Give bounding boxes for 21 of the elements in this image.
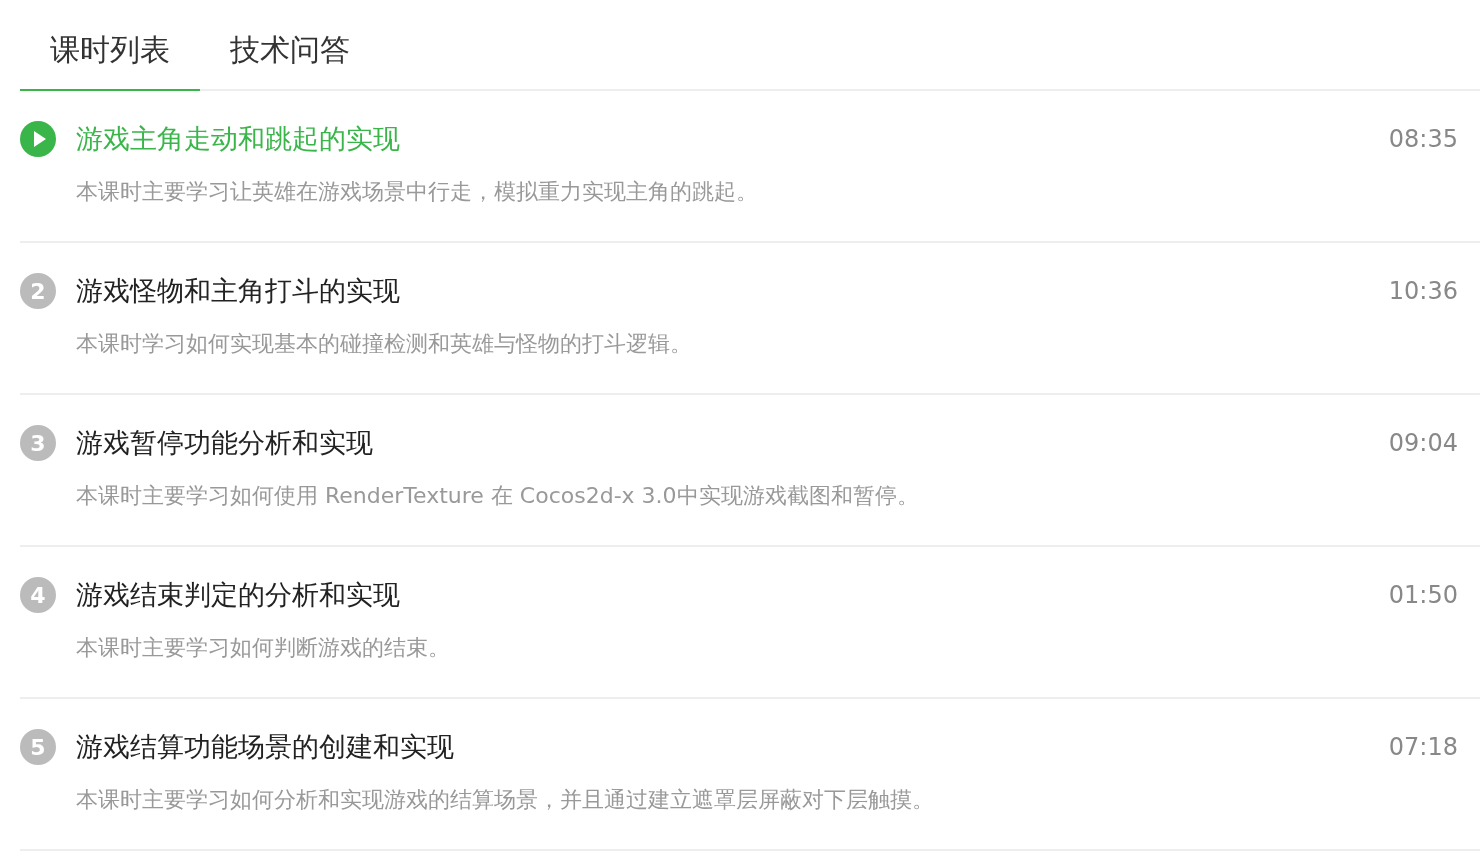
lesson-duration: 07:18 bbox=[1388, 733, 1458, 761]
lesson-title[interactable]: 游戏怪物和主角打斗的实现 bbox=[76, 273, 1389, 309]
lesson-number: 3 bbox=[20, 425, 56, 461]
lesson-duration: 01:50 bbox=[1388, 581, 1458, 609]
lesson-number: 5 bbox=[20, 729, 56, 765]
lesson-title[interactable]: 游戏结算功能场景的创建和实现 bbox=[76, 729, 1389, 765]
lesson-description: 本课时主要学习如何分析和实现游戏的结算场景，并且通过建立遮罩层屏蔽对下层触摸。 bbox=[76, 786, 935, 814]
lesson-title[interactable]: 游戏暂停功能分析和实现 bbox=[76, 425, 1389, 461]
lesson-number: 2 bbox=[20, 273, 56, 309]
play-icon[interactable] bbox=[20, 121, 56, 157]
tab[interactable]: 技术问答 bbox=[200, 20, 380, 91]
lesson-title[interactable]: 游戏结束判定的分析和实现 bbox=[76, 577, 1389, 613]
lesson-description: 本课时主要学习让英雄在游戏场景中行走，模拟重力实现主角的跳起。 bbox=[76, 178, 759, 206]
lesson-description: 本课时主要学习如何判断游戏的结束。 bbox=[76, 634, 451, 662]
lesson-duration: 10:36 bbox=[1388, 277, 1458, 305]
lesson-duration: 09:04 bbox=[1388, 429, 1458, 457]
lesson-number: 4 bbox=[20, 577, 56, 613]
lesson-description: 本课时主要学习如何使用 RenderTexture 在 Cocos2d-x 3.0中实现游戏截图和暂停。 bbox=[76, 482, 920, 510]
lesson-duration: 08:35 bbox=[1388, 125, 1458, 153]
tab[interactable]: 课时列表 bbox=[20, 20, 200, 91]
lesson-description: 本课时学习如何实现基本的碰撞检测和英雄与怪物的打斗逻辑。 bbox=[76, 330, 693, 358]
